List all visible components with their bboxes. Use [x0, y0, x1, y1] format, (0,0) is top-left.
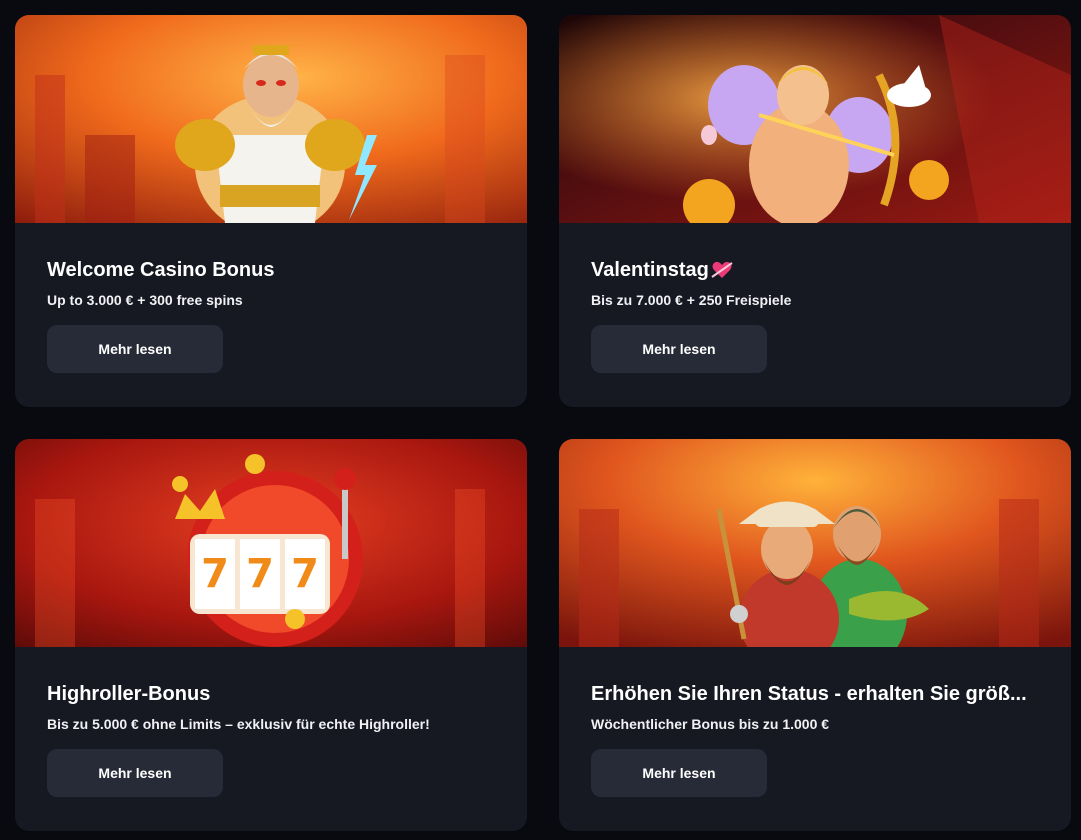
heart-arrow-icon [711, 260, 733, 280]
read-more-button[interactable]: Mehr lesen [47, 749, 223, 797]
svg-text:7: 7 [201, 551, 229, 597]
fishermen-illustration [559, 439, 1071, 647]
read-more-button[interactable]: Mehr lesen [591, 749, 767, 797]
promo-card-valentine[interactable]: Valentinstag Bis zu 7.000 € + 250 Freisp… [559, 15, 1071, 407]
promo-banner-image[interactable] [559, 439, 1071, 647]
promo-card-highroller[interactable]: 7 7 7 Highroller-Bonus Bis zu 5.000 € oh… [15, 439, 527, 831]
promo-title: Valentinstag [591, 258, 1039, 282]
promo-banner-image[interactable] [15, 15, 527, 223]
promo-subtitle: Wöchentlicher Bonus bis zu 1.000 € [591, 716, 830, 732]
svg-text:7: 7 [291, 551, 319, 597]
zeus-illustration [15, 15, 527, 223]
slot-machine-illustration: 7 7 7 [15, 439, 527, 647]
svg-text:7: 7 [246, 551, 274, 597]
cupid-illustration [559, 15, 1071, 223]
promo-card-status[interactable]: Erhöhen Sie Ihren Status - erhalten Sie … [559, 439, 1071, 831]
read-more-button[interactable]: Mehr lesen [591, 325, 767, 373]
promo-subtitle: Bis zu 7.000 € + 250 Freispiele [591, 292, 792, 308]
promo-banner-image[interactable]: 7 7 7 [15, 439, 527, 647]
promo-title: Erhöhen Sie Ihren Status - erhalten Sie … [591, 683, 1027, 705]
promo-title: Welcome Casino Bonus [47, 259, 275, 281]
read-more-button[interactable]: Mehr lesen [47, 325, 223, 373]
promo-subtitle: Up to 3.000 € + 300 free spins [47, 292, 243, 308]
promo-title: Highroller-Bonus [47, 683, 211, 705]
promo-subtitle: Bis zu 5.000 € ohne Limits – exklusiv fü… [47, 716, 430, 732]
promo-banner-image[interactable] [559, 15, 1071, 223]
promo-card-welcome[interactable]: Welcome Casino Bonus Up to 3.000 € + 300… [15, 15, 527, 407]
